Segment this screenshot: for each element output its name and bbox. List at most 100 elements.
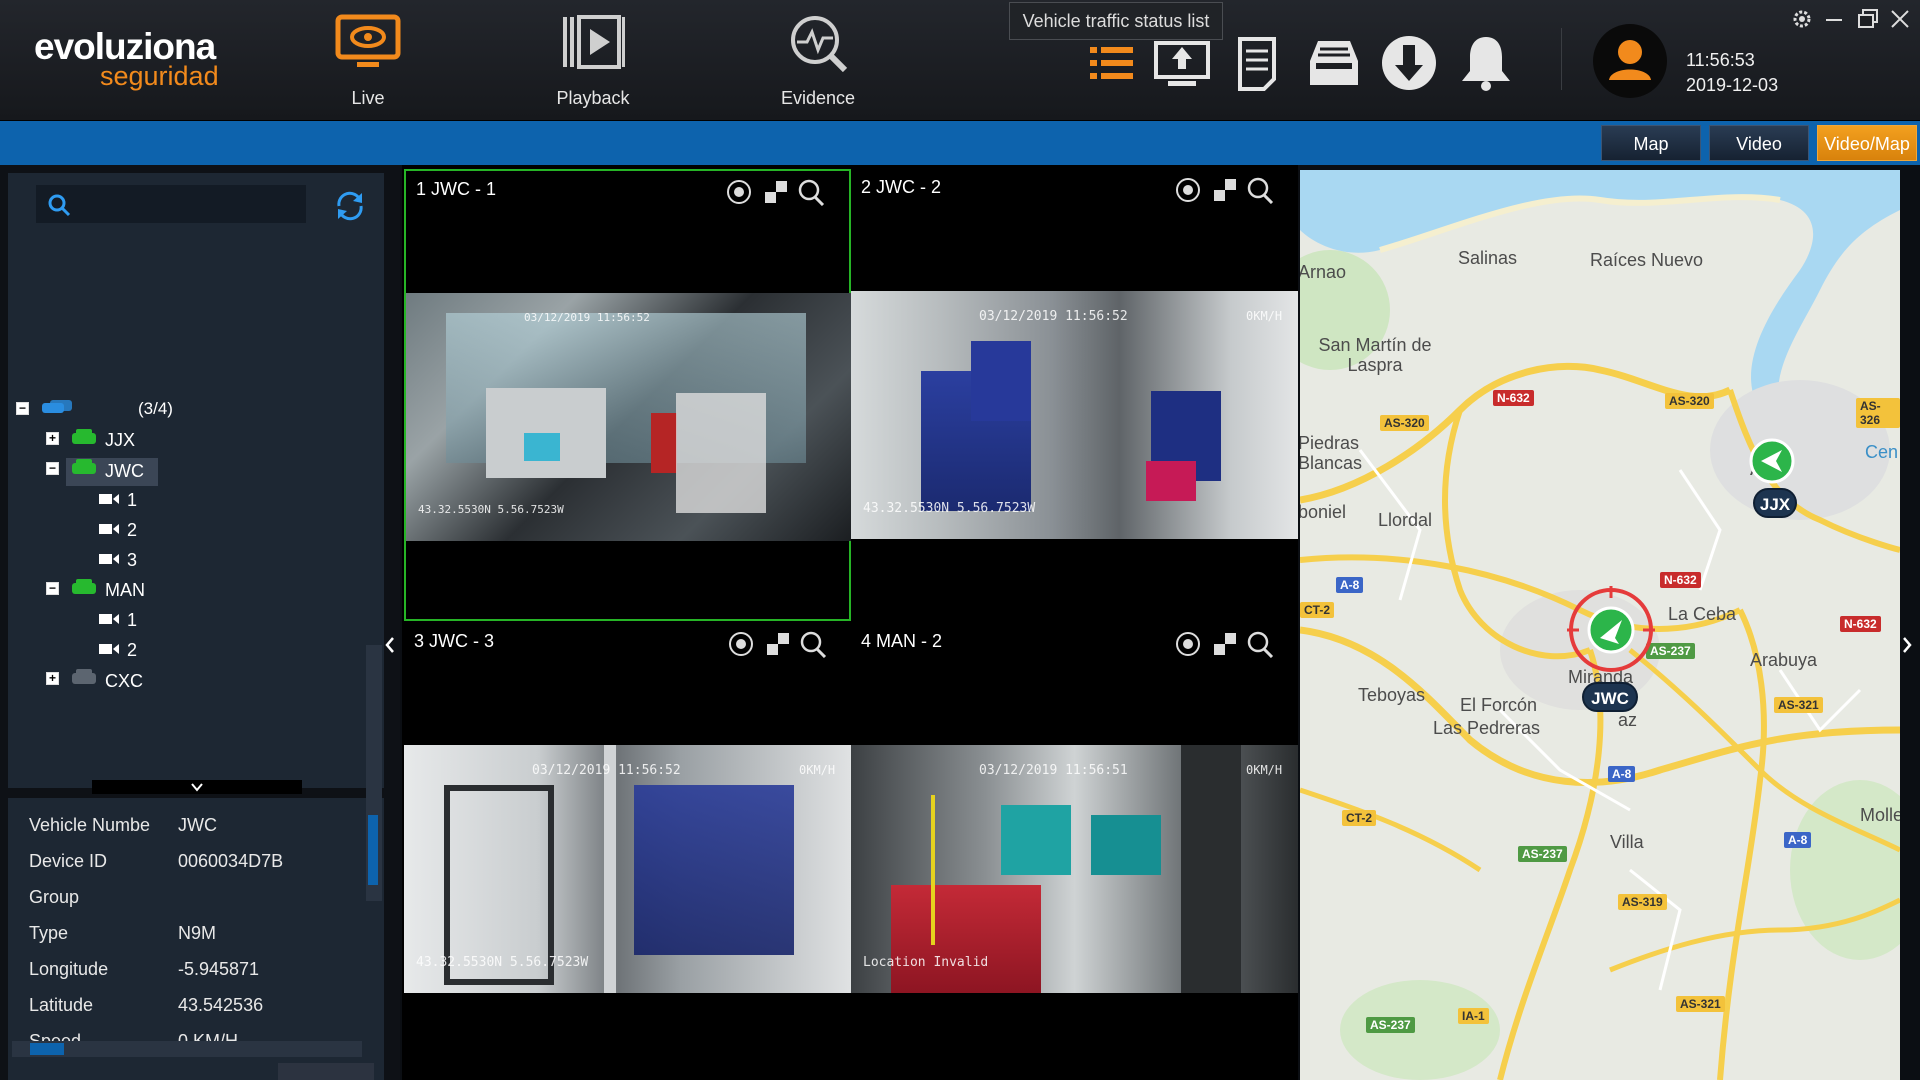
road-shield: A-8 — [1784, 832, 1812, 848]
zoom-icon[interactable] — [1247, 177, 1274, 204]
tree-collapse-root[interactable]: − — [16, 402, 29, 415]
snapshot-icon[interactable] — [765, 181, 787, 203]
tree-vehicle-jjx[interactable]: JJX — [105, 427, 135, 453]
road-shield: AS-321 — [1774, 697, 1823, 713]
nav-live-button[interactable]: Live — [278, 14, 458, 114]
info-value: N9M — [178, 923, 217, 943]
info-horizontal-scrollbar[interactable] — [12, 1041, 362, 1057]
map-place-label: Salinas — [1458, 248, 1518, 268]
map-view[interactable]: Arnao Salinas Raíces Nuevo San Martín de… — [1300, 170, 1900, 1080]
video-title: 2 JWC - 2 — [861, 177, 942, 197]
vehicle-offline-icon — [72, 669, 96, 684]
map-place-label: Raíces Nuevo — [1590, 250, 1704, 270]
vehicle-marker-jwc[interactable] — [1567, 586, 1655, 674]
tab-video-map[interactable]: Video/Map — [1817, 125, 1917, 161]
tree-expand-cxc[interactable]: + — [46, 672, 59, 685]
vehicle-marker-jjx[interactable] — [1749, 438, 1795, 484]
info-key: Longitude — [29, 959, 109, 979]
tree-collapse-jwc[interactable]: − — [46, 462, 59, 475]
download-button[interactable] — [1379, 33, 1439, 93]
video-cell-2[interactable]: 2 JWC - 2 03/12/2019 11:56:52 0KM/H 43.3… — [851, 169, 1298, 621]
tree-collapse-man[interactable]: − — [46, 582, 59, 595]
vehicle-label-jjx[interactable]: JJX — [1753, 488, 1797, 518]
close-button[interactable] — [1887, 6, 1915, 32]
minimize-button[interactable] — [1821, 6, 1849, 32]
nav-playback-button[interactable]: Playback — [503, 14, 683, 114]
tree-channel-jwc-3[interactable]: 3 — [127, 547, 137, 573]
user-avatar[interactable] — [1593, 24, 1667, 98]
alarm-button[interactable] — [1456, 33, 1516, 93]
snapshot-icon[interactable] — [1214, 633, 1236, 655]
map-place-label: Molle — [1860, 805, 1900, 825]
info-value: 0060034D7B — [178, 851, 284, 871]
snapshot-icon[interactable] — [767, 633, 789, 655]
report-icon — [1238, 37, 1276, 91]
storage-icon — [1310, 41, 1358, 85]
video-feed-rear: 03/12/2019 11:56:51 0KM/H Location Inval… — [851, 745, 1298, 993]
panel-bottom-button[interactable] — [278, 1063, 374, 1080]
settings-button[interactable] — [1789, 6, 1817, 32]
vehicle-label-jwc[interactable]: JWC — [1582, 682, 1638, 712]
record-icon[interactable] — [727, 180, 751, 204]
tree-channel-man-1[interactable]: 1 — [127, 607, 137, 633]
user-icon — [1609, 40, 1651, 80]
record-icon[interactable] — [729, 632, 753, 656]
road-shield: CT-2 — [1300, 602, 1335, 618]
storage-button[interactable] — [1304, 33, 1364, 93]
zoom-icon[interactable] — [800, 631, 827, 658]
nav-evidence-button[interactable]: Evidence — [728, 14, 908, 114]
scrollbar-thumb[interactable] — [30, 1043, 64, 1055]
scrollbar-thumb[interactable] — [368, 815, 378, 885]
record-icon[interactable] — [1176, 632, 1200, 656]
tree-vehicle-cxc[interactable]: CXC — [105, 668, 143, 694]
info-value: 43.542536 — [178, 995, 264, 1015]
zoom-icon[interactable] — [1247, 631, 1274, 658]
vehicle-status-list-button[interactable] — [1084, 33, 1144, 93]
search-icon — [48, 194, 71, 217]
evidence-icon — [791, 16, 848, 72]
video-cell-4[interactable]: 4 MAN - 2 03/12/2019 11:56:51 0KM/H Loca… — [851, 623, 1298, 1075]
record-icon[interactable] — [1176, 178, 1200, 202]
video-osd-location: 43.32.5530N 5.56.7523W — [416, 955, 589, 970]
upload-button[interactable] — [1152, 33, 1212, 93]
refresh-icon[interactable] — [333, 189, 367, 223]
map-place-label: La Ceba — [1668, 604, 1737, 624]
nav-live-label: Live — [351, 88, 385, 108]
panel-splitter[interactable] — [92, 780, 302, 794]
tree-expand-jjx[interactable]: + — [46, 432, 59, 445]
info-key: Latitude — [29, 995, 94, 1015]
map-place-label: Las Pedreras — [1433, 718, 1541, 738]
video-feed-cab: 03/12/2019 11:56:52 43.32.5530N 5.56.752… — [406, 293, 853, 541]
road-shield: AS-237 — [1518, 846, 1567, 862]
video-osd-location: 43.32.5530N 5.56.7523W — [863, 501, 1036, 516]
tab-map[interactable]: Map — [1601, 125, 1701, 161]
report-button[interactable] — [1230, 33, 1290, 93]
map-place-label: az — [1618, 710, 1638, 730]
video-osd-speed: 0KM/H — [1246, 763, 1283, 777]
video-tools — [1176, 631, 1274, 658]
video-cell-1[interactable]: 1 JWC - 1 03/12/2019 11:56:52 43.32.5530… — [404, 169, 853, 621]
tree-vehicle-jwc[interactable]: JWC — [105, 458, 144, 484]
video-title: 4 MAN - 2 — [861, 631, 943, 651]
zoom-icon[interactable] — [798, 179, 825, 206]
snapshot-icon[interactable] — [1214, 179, 1236, 201]
tree-channel-jwc-1[interactable]: 1 — [127, 487, 137, 513]
maximize-button[interactable] — [1855, 6, 1883, 32]
collapse-left-panel-icon[interactable] — [383, 635, 397, 655]
info-value: JWC — [178, 815, 217, 835]
nav-playback-label: Playback — [556, 88, 630, 108]
video-cell-3[interactable]: 3 JWC - 3 03/12/2019 11:56:52 0KM/H 43.3… — [404, 623, 851, 1075]
search-input[interactable] — [36, 185, 306, 223]
upload-icon — [1154, 41, 1210, 86]
tree-channel-man-2[interactable]: 2 — [127, 637, 137, 663]
download-icon — [1382, 36, 1436, 90]
road-shield: N-632 — [1840, 616, 1881, 632]
map-place-label: boniel — [1300, 502, 1347, 522]
tree-channel-jwc-2[interactable]: 2 — [127, 517, 137, 543]
video-osd-location: Location Invalid — [863, 955, 989, 970]
road-shield: A-8 — [1608, 766, 1636, 782]
bell-icon — [1462, 37, 1510, 91]
collapse-map-icon[interactable] — [1900, 635, 1914, 655]
tab-video[interactable]: Video — [1709, 125, 1809, 161]
tree-vehicle-man[interactable]: MAN — [105, 577, 145, 603]
